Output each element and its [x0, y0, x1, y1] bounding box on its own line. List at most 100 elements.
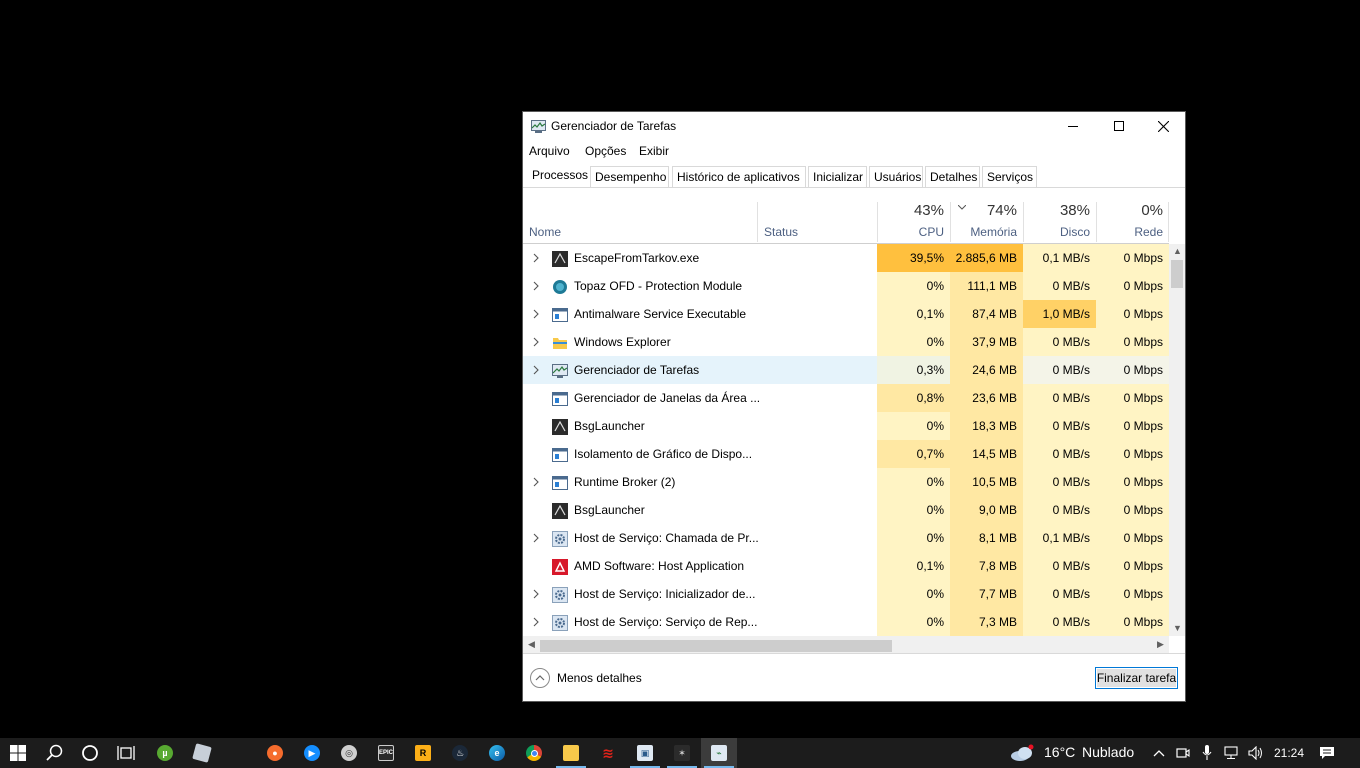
process-name: Antimalware Service Executable: [574, 307, 747, 321]
process-row[interactable]: Runtime Broker (2) 0% 10,5 MB 0 MB/s 0 Mbps: [523, 468, 1169, 496]
taskbar-app-window[interactable]: ▣: [627, 738, 663, 768]
column-cpu[interactable]: 43% CPU: [877, 200, 950, 243]
taskbar-edge[interactable]: e: [479, 738, 515, 768]
process-row[interactable]: BsgLauncher 0% 9,0 MB 0 MB/s 0 Mbps: [523, 496, 1169, 524]
column-disk[interactable]: 38% Disco: [1023, 200, 1096, 243]
maximize-button[interactable]: [1096, 112, 1142, 140]
process-row[interactable]: AMD Software: Host Application 0,1% 7,8 MB…: [523, 552, 1169, 580]
task-view-button[interactable]: [108, 738, 144, 768]
process-name-cell[interactable]: BsgLauncher: [523, 496, 877, 524]
process-name-cell[interactable]: Antimalware Service Executable: [523, 300, 877, 328]
process-row[interactable]: Gerenciador de Janelas da Área ... 0,8% 23…: [523, 384, 1169, 412]
process-row[interactable]: Gerenciador de Tarefas 0,3% 24,6 MB 0 MB/s 0…: [523, 356, 1169, 384]
taskbar-utorrent[interactable]: µ: [147, 738, 183, 768]
expand-chevron-icon[interactable]: [531, 364, 541, 376]
notification-icon[interactable]: [1319, 746, 1335, 760]
tab-processos[interactable]: Processos: [527, 164, 588, 187]
vertical-scroll-thumb[interactable]: [1171, 260, 1183, 288]
process-name-cell[interactable]: EscapeFromTarkov.exe: [523, 244, 877, 272]
scroll-down-arrow-icon[interactable]: ▼: [1173, 623, 1182, 633]
chevron-up-circle-icon: [530, 668, 550, 688]
taskbar-bsglauncher[interactable]: ✶: [664, 738, 700, 768]
process-name-cell[interactable]: Gerenciador de Tarefas: [523, 356, 877, 384]
expand-chevron-icon[interactable]: [531, 252, 541, 264]
cortana-button[interactable]: [72, 738, 108, 768]
column-status[interactable]: Status: [758, 200, 877, 243]
column-memory[interactable]: 74% Memória: [950, 200, 1023, 243]
microphone-icon[interactable]: [1202, 745, 1212, 761]
minimize-button[interactable]: [1050, 112, 1096, 140]
process-name-cell[interactable]: Host de Serviço: Chamada de Pr...: [523, 524, 877, 552]
expand-chevron-icon[interactable]: [531, 616, 541, 628]
process-name-cell[interactable]: Host de Serviço: Inicializador de...: [523, 580, 877, 608]
process-name-cell[interactable]: Topaz OFD - Protection Module: [523, 272, 877, 300]
expand-chevron-icon[interactable]: [531, 308, 541, 320]
taskbar-amd[interactable]: ≋: [590, 738, 626, 768]
expand-chevron-icon[interactable]: [531, 336, 541, 348]
disk-cell: 0 MB/s: [1023, 496, 1096, 524]
tab-inicializar[interactable]: Inicializar: [808, 166, 867, 187]
windows-logo-icon: [10, 745, 26, 761]
taskbar-rockstar[interactable]: R: [405, 738, 441, 768]
taskbar-origin[interactable]: ●: [257, 738, 293, 768]
memory-cell: 8,1 MB: [950, 524, 1023, 552]
process-row[interactable]: EscapeFromTarkov.exe 39,5% 2.885,6 MB 0,1 M…: [523, 244, 1169, 272]
title-bar[interactable]: Gerenciador de Tarefas: [523, 112, 1185, 140]
expand-chevron-icon[interactable]: [531, 588, 541, 600]
taskbar-epic[interactable]: EPIC: [368, 738, 404, 768]
taskbar-file-explorer[interactable]: [553, 738, 589, 768]
process-name-cell[interactable]: Runtime Broker (2): [523, 468, 877, 496]
scroll-right-arrow-icon[interactable]: ▶: [1157, 639, 1164, 650]
process-name-cell[interactable]: Isolamento de Gráfico de Dispo...: [523, 440, 877, 468]
process-name-cell[interactable]: Host de Serviço: Serviço de Rep...: [523, 608, 877, 636]
taskbar-chrome[interactable]: [516, 738, 552, 768]
scroll-up-arrow-icon[interactable]: ▲: [1173, 246, 1182, 256]
camera-icon[interactable]: [1176, 746, 1190, 760]
memory-cell: 9,0 MB: [950, 496, 1023, 524]
process-name-cell[interactable]: Gerenciador de Janelas da Área ...: [523, 384, 877, 412]
process-row[interactable]: Host de Serviço: Inicializador de... 0% 7,…: [523, 580, 1169, 608]
tab-servicos[interactable]: Serviços: [982, 166, 1037, 187]
process-row[interactable]: Antimalware Service Executable 0,1% 87,4 M…: [523, 300, 1169, 328]
tab-usuarios[interactable]: Usuários: [869, 166, 923, 187]
column-network[interactable]: 0% Rede: [1096, 200, 1169, 243]
process-row[interactable]: Isolamento de Gráfico de Dispo... 0,7% 14,…: [523, 440, 1169, 468]
taskbar-app-obs[interactable]: ◎: [331, 738, 367, 768]
expand-chevron-icon[interactable]: [531, 532, 541, 544]
search-button[interactable]: [37, 738, 73, 768]
expand-chevron-icon[interactable]: [531, 476, 541, 488]
horizontal-scroll-thumb[interactable]: [540, 640, 892, 652]
taskbar-app-2[interactable]: [184, 738, 220, 768]
less-details-button[interactable]: Menos detalhes: [530, 668, 660, 690]
tab-historico[interactable]: Histórico de aplicativos: [672, 166, 806, 187]
expand-chevron-icon[interactable]: [531, 280, 541, 292]
menu-opcoes[interactable]: Opções: [585, 144, 626, 158]
process-row[interactable]: Host de Serviço: Chamada de Pr... 0% 8,1 M…: [523, 524, 1169, 552]
tab-desempenho[interactable]: Desempenho: [590, 166, 669, 187]
process-row[interactable]: Windows Explorer 0% 37,9 MB 0 MB/s 0 Mbps: [523, 328, 1169, 356]
scroll-left-arrow-icon[interactable]: ◀: [528, 639, 535, 650]
close-button[interactable]: [1140, 112, 1186, 140]
process-row[interactable]: Topaz OFD - Protection Module 0% 111,1 MB 0…: [523, 272, 1169, 300]
vertical-scrollbar[interactable]: [1169, 244, 1185, 636]
network-icon[interactable]: [1224, 746, 1240, 760]
menu-arquivo[interactable]: Arquivo: [529, 144, 570, 158]
taskbar-task-manager[interactable]: ⌁: [701, 738, 737, 768]
process-name: Host de Serviço: Chamada de Pr...: [574, 531, 759, 545]
process-name-cell[interactable]: AMD Software: Host Application: [523, 552, 877, 580]
process-row[interactable]: Host de Serviço: Serviço de Rep... 0% 7,3 …: [523, 608, 1169, 636]
menu-exibir[interactable]: Exibir: [639, 144, 669, 158]
taskbar-steam[interactable]: ♨: [442, 738, 478, 768]
clock[interactable]: 21:24: [1274, 746, 1304, 760]
column-name[interactable]: Nome: [523, 200, 757, 243]
start-button[interactable]: [0, 738, 36, 768]
end-task-button[interactable]: Finalizar tarefa: [1095, 667, 1178, 689]
volume-icon[interactable]: [1248, 746, 1264, 760]
chevron-up-icon[interactable]: [1153, 749, 1165, 757]
process-name: Topaz OFD - Protection Module: [574, 279, 743, 293]
process-name-cell[interactable]: BsgLauncher: [523, 412, 877, 440]
process-row[interactable]: BsgLauncher 0% 18,3 MB 0 MB/s 0 Mbps: [523, 412, 1169, 440]
process-name-cell[interactable]: Windows Explorer: [523, 328, 877, 356]
taskbar-battlenet[interactable]: ▶: [294, 738, 330, 768]
tab-detalhes[interactable]: Detalhes: [925, 166, 980, 187]
